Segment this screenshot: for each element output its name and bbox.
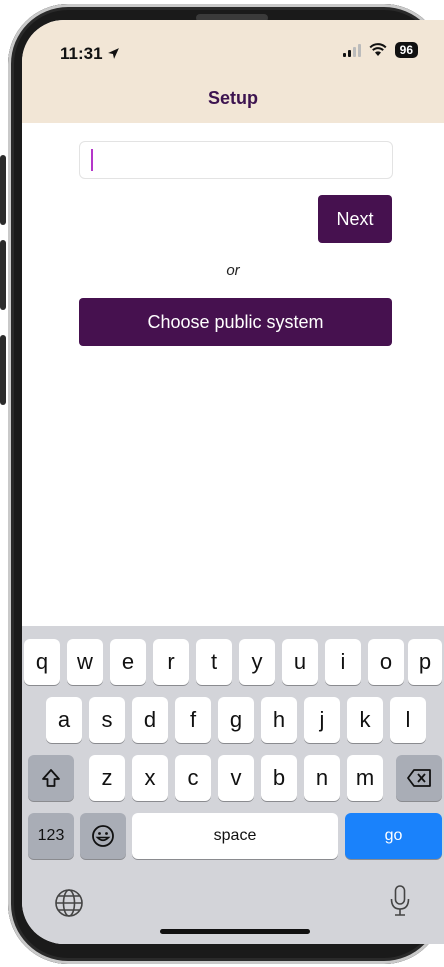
status-and-nav-bar: 11:31 96 Setup [22, 20, 444, 123]
emoji-key[interactable] [80, 813, 126, 859]
side-button [0, 240, 6, 310]
key-d[interactable]: d [132, 697, 168, 743]
shift-key[interactable] [28, 755, 74, 801]
screen: 11:31 96 Setup Next or Choose public sys… [22, 20, 444, 944]
key-l[interactable]: l [390, 697, 426, 743]
key-o[interactable]: o [368, 639, 404, 685]
wifi-icon [369, 43, 387, 56]
text-cursor [91, 149, 93, 171]
numbers-key[interactable]: 123 [28, 813, 74, 859]
key-u[interactable]: u [282, 639, 318, 685]
system-input[interactable] [79, 141, 393, 179]
key-n[interactable]: n [304, 755, 340, 801]
space-key[interactable]: space [132, 813, 338, 859]
key-r[interactable]: r [153, 639, 189, 685]
shift-icon [42, 769, 60, 787]
choose-public-system-button[interactable]: Choose public system [79, 298, 392, 346]
globe-icon[interactable] [54, 888, 84, 918]
page-title: Setup [207, 88, 258, 108]
side-button [0, 335, 6, 405]
key-i[interactable]: i [325, 639, 361, 685]
key-p[interactable]: p [408, 639, 442, 685]
key-k[interactable]: k [347, 697, 383, 743]
next-button[interactable]: Next [318, 195, 392, 243]
keyboard: q w e r t y u i o p a s d f g h j k l z … [22, 626, 444, 944]
key-e[interactable]: e [110, 639, 146, 685]
key-w[interactable]: w [67, 639, 103, 685]
signal-icon [342, 43, 361, 57]
key-t[interactable]: t [196, 639, 232, 685]
microphone-icon[interactable] [388, 884, 412, 918]
home-indicator [160, 929, 310, 934]
device-frame: 11:31 96 Setup Next or Choose public sys… [0, 0, 444, 967]
delete-icon [407, 769, 431, 787]
key-c[interactable]: c [175, 755, 211, 801]
key-v[interactable]: v [218, 755, 254, 801]
or-label: or [226, 262, 240, 279]
key-m[interactable]: m [347, 755, 383, 801]
key-h[interactable]: h [261, 697, 297, 743]
status-time: 11:31 [60, 44, 120, 64]
go-key[interactable]: go [345, 813, 442, 859]
key-f[interactable]: f [175, 697, 211, 743]
key-g[interactable]: g [218, 697, 254, 743]
emoji-icon [92, 825, 114, 847]
key-q[interactable]: q [24, 639, 60, 685]
key-s[interactable]: s [89, 697, 125, 743]
key-b[interactable]: b [261, 755, 297, 801]
battery-icon: 96 [394, 42, 418, 58]
key-z[interactable]: z [89, 755, 125, 801]
delete-key[interactable] [396, 755, 442, 801]
key-j[interactable]: j [304, 697, 340, 743]
location-arrow-icon [108, 48, 120, 59]
side-button [0, 155, 6, 225]
key-y[interactable]: y [239, 639, 275, 685]
key-x[interactable]: x [132, 755, 168, 801]
status-icons: 96 [342, 42, 418, 58]
key-a[interactable]: a [46, 697, 82, 743]
